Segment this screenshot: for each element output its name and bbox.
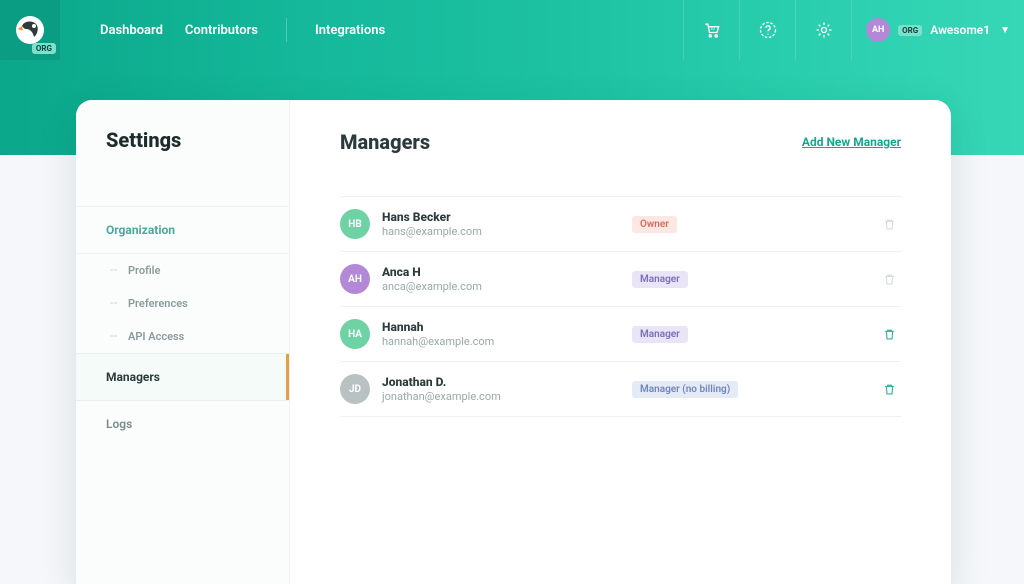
- manager-info: Hans Beckerhans@example.com: [382, 210, 622, 237]
- sidebar-item-profile[interactable]: Profile: [76, 254, 289, 287]
- manager-role-badge: Manager: [632, 326, 688, 343]
- sidebar-item-preferences[interactable]: Preferences: [76, 287, 289, 320]
- chevron-down-icon: ▼: [1000, 25, 1010, 36]
- sidebar-item-logs[interactable]: Logs: [76, 401, 289, 447]
- top-nav: Dashboard Contributors Integrations: [60, 18, 385, 42]
- manager-name: Anca H: [382, 265, 622, 279]
- nav-integrations[interactable]: Integrations: [315, 23, 385, 38]
- trash-icon: [882, 217, 897, 232]
- add-new-manager-link[interactable]: Add New Manager: [802, 135, 901, 149]
- parrot-icon: [14, 14, 46, 46]
- manager-role-badge: Manager: [632, 271, 688, 288]
- nav-contributors[interactable]: Contributors: [185, 23, 258, 38]
- manager-row: AH Anca Hanca@example.com Manager: [340, 252, 901, 307]
- nav-dashboard[interactable]: Dashboard: [100, 23, 163, 38]
- manager-row: HB Hans Beckerhans@example.com Owner: [340, 197, 901, 252]
- manager-email: jonathan@example.com: [382, 390, 622, 403]
- user-menu[interactable]: AH ORG Awesome1 ▼: [851, 0, 1024, 60]
- user-avatar: AH: [866, 18, 890, 42]
- manager-info: Anca Hanca@example.com: [382, 265, 622, 292]
- trash-icon: [882, 327, 897, 342]
- cart-button[interactable]: 10: [683, 0, 739, 60]
- nav-separator: [286, 18, 287, 42]
- trash-icon: [882, 382, 897, 397]
- help-button[interactable]: [739, 0, 795, 60]
- user-badge: ORG: [898, 25, 922, 36]
- svg-text:10: 10: [710, 27, 715, 32]
- help-icon: [758, 20, 778, 40]
- user-name: Awesome1: [930, 23, 990, 37]
- sidebar-title: Settings: [76, 128, 289, 182]
- manager-role-badge: Manager (no billing): [632, 381, 738, 398]
- manager-row: JD Jonathan D.jonathan@example.com Manager…: [340, 362, 901, 417]
- main-panel: Managers Add New Manager HBHans Beckerha…: [290, 100, 951, 584]
- sidebar-item-managers[interactable]: Managers: [76, 353, 289, 401]
- delete-manager-button: [877, 267, 901, 291]
- manager-name: Hans Becker: [382, 210, 622, 224]
- settings-button[interactable]: [795, 0, 851, 60]
- manager-avatar: AH: [340, 264, 370, 294]
- manager-name: Hannah: [382, 320, 622, 334]
- manager-info: Jonathan D.jonathan@example.com: [382, 375, 622, 402]
- delete-manager-button: [877, 212, 901, 236]
- trash-icon: [882, 272, 897, 287]
- sidebar-item-api-access[interactable]: API Access: [76, 320, 289, 353]
- manager-email: hans@example.com: [382, 225, 622, 238]
- sidebar-item-organization[interactable]: Organization: [76, 206, 289, 254]
- delete-manager-button[interactable]: [877, 322, 901, 346]
- manager-name: Jonathan D.: [382, 375, 622, 389]
- cart-icon: 10: [702, 20, 722, 40]
- manager-email: anca@example.com: [382, 280, 622, 293]
- delete-manager-button[interactable]: [877, 377, 901, 401]
- manager-info: Hannahhannah@example.com: [382, 320, 622, 347]
- page-title: Managers: [340, 130, 430, 154]
- manager-avatar: JD: [340, 374, 370, 404]
- manager-avatar: HB: [340, 209, 370, 239]
- gear-icon: [814, 20, 834, 40]
- manager-email: hannah@example.com: [382, 335, 622, 348]
- manager-list: HB Hans Beckerhans@example.com Owner AH Anca…: [340, 196, 901, 417]
- manager-row: HA Hannahhannah@example.com Manager: [340, 307, 901, 362]
- brand-logo[interactable]: ORG: [0, 0, 60, 60]
- brand-badge: ORG: [32, 43, 56, 54]
- manager-avatar: HA: [340, 319, 370, 349]
- settings-card: Settings Organization Profile Preference…: [76, 100, 951, 584]
- settings-sidebar: Settings Organization Profile Preference…: [76, 100, 290, 584]
- manager-role-badge: Owner: [632, 216, 677, 233]
